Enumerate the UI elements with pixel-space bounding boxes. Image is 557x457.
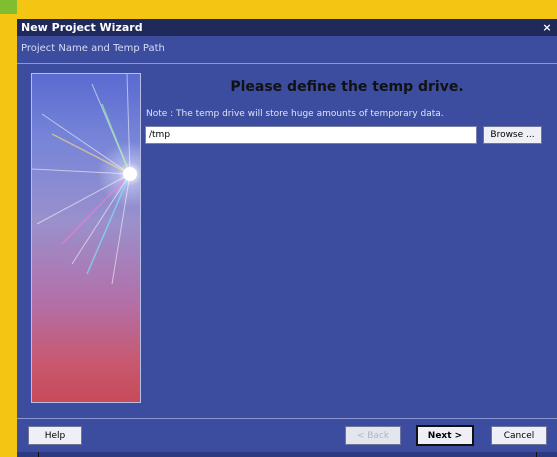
window-title: New Project Wizard [21,21,143,34]
starburst-graphic [32,74,137,285]
close-icon[interactable]: × [540,19,554,36]
wizard-window: New Project Wizard × Project Name and Te… [17,19,557,457]
temp-drive-note: Note : The temp drive will store huge am… [146,109,444,119]
desktop-corner [0,0,17,14]
wizard-side-image [31,73,141,403]
strip-divider [38,452,39,457]
cancel-button[interactable]: Cancel [491,426,547,445]
next-button[interactable]: Next > [416,425,474,446]
strip-divider [536,452,537,457]
title-bar[interactable]: New Project Wizard × [17,19,557,36]
browse-button[interactable]: Browse ... [483,126,542,144]
temp-path-input[interactable] [145,126,477,144]
step-title: Project Name and Temp Path [21,43,165,54]
back-button[interactable]: < Back [345,426,401,445]
page-heading: Please define the temp drive. [230,79,464,95]
status-strip [17,452,557,457]
footer-divider [17,418,557,419]
help-button[interactable]: Help [28,426,82,445]
header-divider [17,63,557,64]
